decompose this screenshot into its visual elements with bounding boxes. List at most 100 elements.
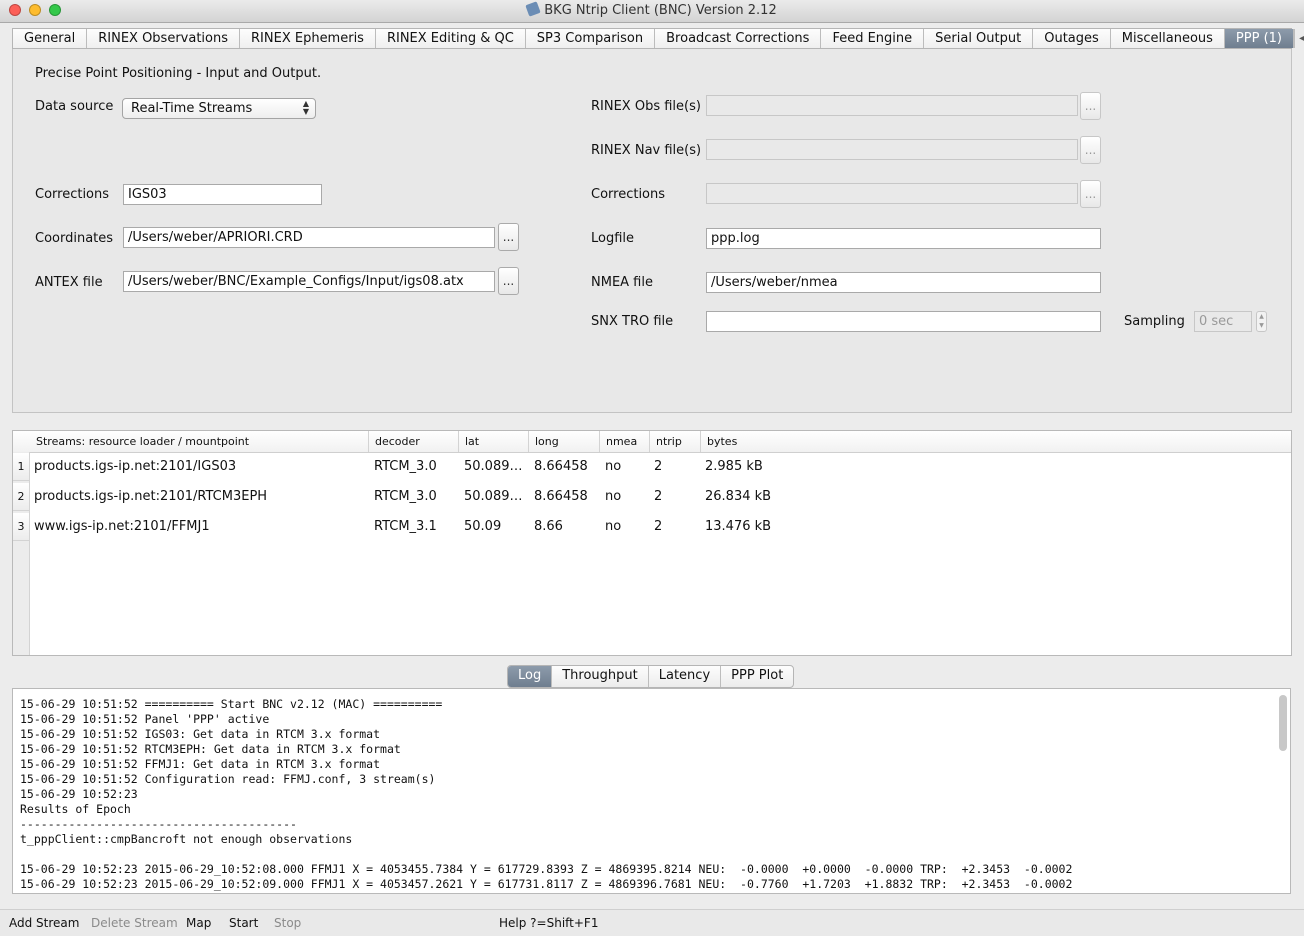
corrections-label: Corrections [35,187,110,202]
stream-decoder: RTCM_3.0 [374,459,437,474]
log-line: t_pppClient::cmpBancroft not enough obse… [20,832,353,846]
tab-feed-engine[interactable]: Feed Engine [821,29,925,48]
map-button[interactable]: Map [186,916,211,930]
rinex-obs-input[interactable] [706,95,1078,116]
stream-nmea: no [605,519,622,534]
tab-general[interactable]: General [13,29,88,48]
header-nmea[interactable]: nmea [600,431,650,452]
main-tab-bar: General RINEX Observations RINEX Ephemer… [12,28,1304,49]
stream-mountpoint[interactable]: products.igs-ip.net:2101/IGS03 [34,453,364,481]
log-line: Results of Epoch [20,802,131,816]
header-lat[interactable]: lat [459,431,529,452]
antex-label: ANTEX file [35,275,103,290]
rinex-obs-browse-button[interactable]: ... [1080,92,1101,120]
sampling-stepper-icon[interactable]: ▲ ▼ [1256,311,1267,332]
log-tab-bar: Log Throughput Latency PPP Plot [507,665,795,688]
rinex-nav-browse-button[interactable]: ... [1080,136,1101,164]
corrections-input[interactable]: IGS03 [123,184,322,205]
logfile-input[interactable]: ppp.log [706,228,1101,249]
tab-rinex-ephemeris[interactable]: RINEX Ephemeris [240,29,376,48]
row-number[interactable]: 3 [13,513,29,541]
tab-throughput[interactable]: Throughput [552,666,649,687]
stream-mountpoint[interactable]: www.igs-ip.net:2101/FFMJ1 [34,513,364,541]
add-stream-button[interactable]: Add Stream [9,916,79,930]
tab-rinex-observations[interactable]: RINEX Observations [87,29,241,48]
log-line: 15-06-29 10:51:52 Configuration read: FF… [20,772,436,786]
ppp-panel: Precise Point Positioning - Input and Ou… [12,49,1292,413]
stream-long: 8.66 [534,519,563,534]
coordinates-label: Coordinates [35,231,114,246]
snx-tro-input[interactable] [706,311,1101,332]
stream-decoder: RTCM_3.0 [374,489,437,504]
log-line: 15-06-29 10:52:23 2015-06-29_10:52:08.00… [20,862,1073,876]
row-number[interactable]: 1 [13,453,29,481]
start-button[interactable]: Start [229,916,258,930]
stream-lat: 50.089… [464,459,523,474]
log-scrollbar[interactable] [1279,695,1287,751]
rinex-nav-label: RINEX Nav file(s) [591,143,702,158]
log-line: 15-06-29 10:51:52 Panel 'PPP' active [20,712,270,726]
log-line: 15-06-29 10:52:23 [20,787,138,801]
tab-log[interactable]: Log [508,666,553,687]
stream-ntrip: 2 [654,459,663,474]
tab-outages[interactable]: Outages [1033,29,1111,48]
stream-nmea: no [605,489,622,504]
header-decoder[interactable]: decoder [369,431,459,452]
delete-stream-button[interactable]: Delete Stream [91,916,178,930]
log-line: 15-06-29 10:51:52 RTCM3EPH: Get data in … [20,742,401,756]
tab-scroll-left-icon[interactable]: ◀ [1294,29,1304,48]
header-long[interactable]: long [529,431,600,452]
app-icon [525,1,541,17]
header-ntrip[interactable]: ntrip [650,431,701,452]
data-source-value: Real-Time Streams [131,101,253,116]
streams-table-header: Streams: resource loader / mountpoint de… [13,431,1291,453]
log-line: 15-06-29 10:51:52 FFMJ1: Get data in RTC… [20,757,381,771]
data-source-label: Data source [35,99,114,114]
nmea-input[interactable]: /Users/weber/nmea [706,272,1101,293]
stream-long: 8.66458 [534,489,588,504]
rinex-obs-label: RINEX Obs file(s) [591,99,701,114]
header-mountpoint[interactable]: Streams: resource loader / mountpoint [30,431,369,452]
help-button[interactable]: Help ?=Shift+F1 [499,916,598,930]
logfile-label: Logfile [591,231,635,246]
stop-button[interactable]: Stop [274,916,301,930]
log-line: 15-06-29 10:51:52 IGS03: Get data in RTC… [20,727,381,741]
tab-ppp[interactable]: PPP (1) [1224,29,1294,48]
data-source-select[interactable]: Real-Time Streams ▲ ▼ [122,98,316,119]
sampling-label: Sampling [1124,314,1185,329]
stream-mountpoint[interactable]: products.igs-ip.net:2101/RTCM3EPH [34,483,364,511]
corrections-file-input[interactable] [706,183,1078,204]
coordinates-browse-button[interactable]: ... [498,223,519,251]
stream-bytes: 13.476 kB [705,519,772,534]
tab-serial-output[interactable]: Serial Output [924,29,1034,48]
window-title: BKG Ntrip Client (BNC) Version 2.12 [544,3,777,18]
stream-ntrip: 2 [654,519,663,534]
stream-lat: 50.089… [464,489,523,504]
stream-nmea: no [605,459,622,474]
corrections-file-label: Corrections [591,187,666,202]
rinex-nav-input[interactable] [706,139,1078,160]
tab-latency[interactable]: Latency [649,666,722,687]
coordinates-input[interactable]: /Users/weber/APRIORI.CRD [123,227,495,248]
snx-tro-label: SNX TRO file [591,314,674,329]
tab-sp3-comparison[interactable]: SP3 Comparison [526,29,656,48]
tab-miscellaneous[interactable]: Miscellaneous [1111,29,1225,48]
row-number[interactable]: 2 [13,483,29,511]
tab-ppp-plot[interactable]: PPP Plot [721,666,793,687]
ppp-heading: Precise Point Positioning - Input and Ou… [35,66,322,81]
log-pane[interactable]: 15-06-29 10:51:52 ========== Start BNC v… [12,688,1291,894]
antex-input[interactable]: /Users/weber/BNC/Example_Configs/Input/i… [123,271,495,292]
antex-browse-button[interactable]: ... [498,267,519,295]
log-line: 15-06-29 10:51:52 ========== Start BNC v… [20,697,443,711]
sampling-spinbox[interactable]: 0 sec [1194,311,1252,332]
stream-lat: 50.09 [464,519,502,534]
tab-broadcast-corrections[interactable]: Broadcast Corrections [655,29,822,48]
bottom-toolbar: Add Stream Delete Stream Map Start Stop … [0,909,1304,936]
header-bytes[interactable]: bytes [701,431,821,452]
stream-long: 8.66458 [534,459,588,474]
log-line: 15-06-29 10:52:23 2015-06-29_10:52:09.00… [20,877,1073,891]
tab-rinex-editing-qc[interactable]: RINEX Editing & QC [376,29,526,48]
corrections-file-browse-button[interactable]: ... [1080,180,1101,208]
stream-bytes: 26.834 kB [705,489,772,504]
stream-bytes: 2.985 kB [705,459,763,474]
